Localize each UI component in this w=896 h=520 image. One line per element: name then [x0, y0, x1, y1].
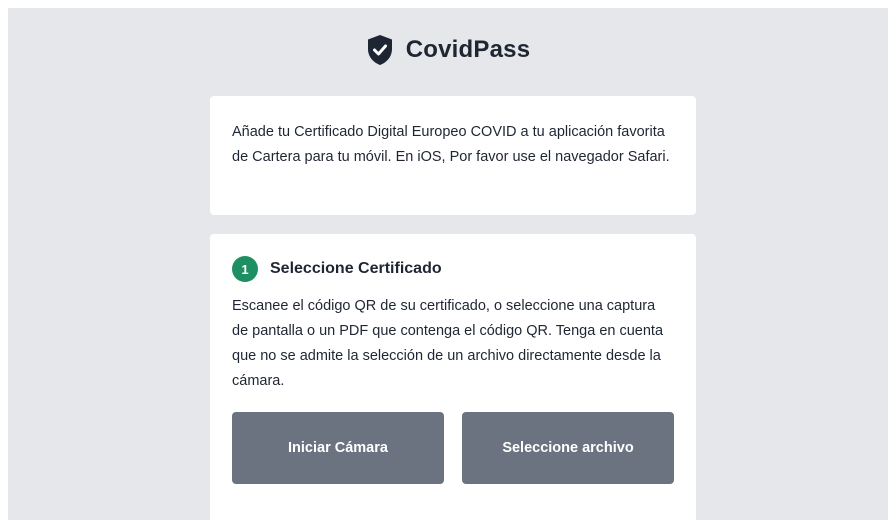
- action-buttons: Iniciar Cámara Seleccione archivo: [232, 412, 674, 484]
- step-description: Escanee el código QR de su certificado, …: [232, 298, 664, 389]
- select-certificate-card: 1 Seleccione Certificado Escanee el códi…: [210, 234, 696, 520]
- select-file-button[interactable]: Seleccione archivo: [462, 412, 674, 484]
- shield-check-icon: [366, 34, 394, 66]
- intro-text: Añade tu Certificado Digital Europeo COV…: [232, 124, 670, 165]
- page-background: CovidPass Añade tu Certificado Digital E…: [8, 8, 888, 520]
- app-header: CovidPass: [8, 30, 888, 70]
- step-number-badge: 1: [232, 256, 258, 282]
- intro-card: Añade tu Certificado Digital Europeo COV…: [210, 96, 696, 215]
- app-title: CovidPass: [405, 36, 531, 63]
- step-title: Seleccione Certificado: [270, 260, 442, 277]
- start-camera-button[interactable]: Iniciar Cámara: [232, 412, 444, 484]
- step-header: 1 Seleccione Certificado: [232, 256, 674, 282]
